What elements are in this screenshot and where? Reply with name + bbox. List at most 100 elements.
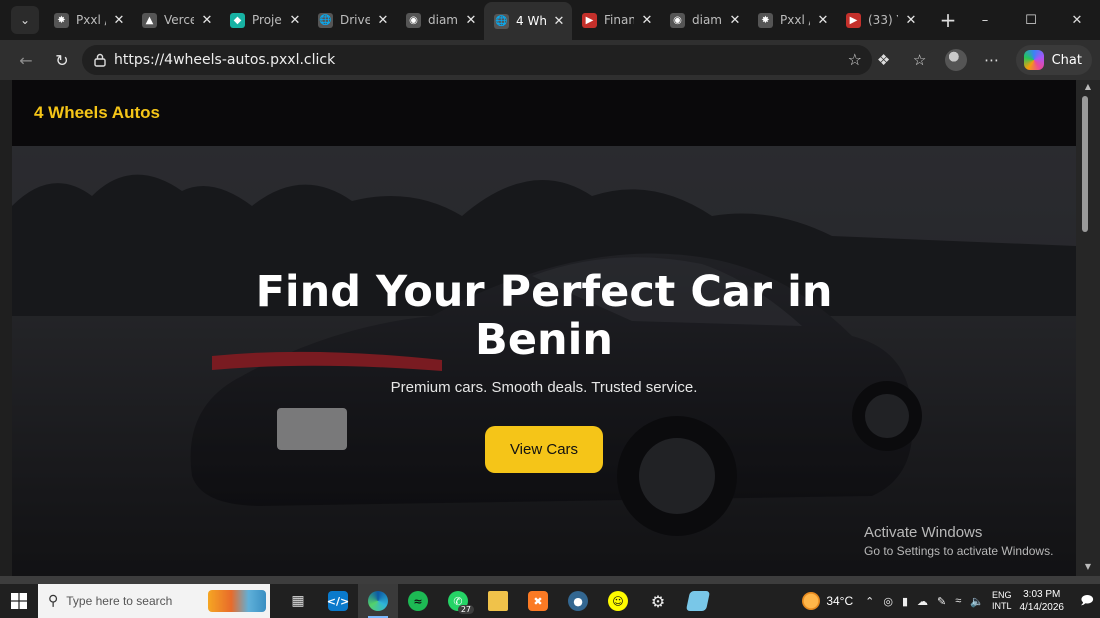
tab-title: Finance (604, 13, 634, 27)
tab-1[interactable]: ▲ Vercel ✕ (132, 4, 220, 36)
spotify-icon[interactable]: ≈ (398, 584, 438, 618)
tab-3[interactable]: 🌐 Drive ✕ (308, 4, 396, 36)
system-tray: 34°C ⌃ ◎ ▮ ☁ ✎ ≈ 🔈 ENG INTL 3:03 PM 4/14… (802, 584, 1100, 618)
temperature: 34°C (826, 594, 854, 608)
close-tab-icon[interactable]: ✕ (552, 14, 566, 29)
chevron-up-icon[interactable]: ⌃ (865, 595, 874, 608)
close-window-button[interactable]: ✕ (1054, 0, 1100, 40)
close-tab-icon[interactable]: ✕ (728, 13, 742, 28)
close-tab-icon[interactable]: ✕ (640, 13, 654, 28)
tab-title: diamond (428, 13, 458, 27)
snapchat-icon[interactable]: ☺ (598, 584, 638, 618)
volume-icon[interactable]: 🔈 (970, 595, 984, 608)
close-tab-icon[interactable]: ✕ (112, 13, 126, 28)
window-controls: – ☐ ✕ (962, 0, 1100, 40)
wifi-icon[interactable]: ≈ (955, 595, 961, 607)
copilot-icon (1023, 50, 1044, 70)
camera-icon[interactable]: ◎ (883, 595, 893, 608)
github-icon: ◉ (670, 12, 685, 28)
diamond-icon: ◆ (230, 12, 245, 28)
lang-line1: ENG (991, 590, 1012, 600)
task-view-icon[interactable]: ▦ (278, 584, 318, 618)
tab-7[interactable]: ◉ diamond ✕ (660, 4, 748, 36)
windows-logo-icon (11, 593, 27, 609)
edge-icon[interactable] (358, 584, 398, 618)
taskbar-search[interactable]: ⚲ Type here to search (38, 584, 270, 618)
pen-icon[interactable]: ✎ (937, 595, 946, 608)
close-tab-icon[interactable]: ✕ (464, 13, 478, 28)
tab-actions-menu-icon[interactable]: ⌄ (11, 6, 39, 34)
scroll-down-arrow-icon[interactable]: ▼ (1076, 562, 1100, 574)
address-bar[interactable]: https://4wheels-autos.pxxl.click ☆ (82, 45, 872, 75)
pinned-apps: ▦ </> ≈ ✆ 27 ✖ ● ☺ ⚙ (278, 584, 718, 618)
tab-9[interactable]: ▶ (33) YouTube ✕ (836, 4, 924, 36)
tab-title: Vercel (164, 13, 194, 27)
url-text[interactable]: https://4wheels-autos.pxxl.click (114, 52, 335, 68)
back-button[interactable]: ← (10, 44, 42, 76)
close-tab-icon[interactable]: ✕ (904, 13, 918, 28)
lang-line2: INTL (991, 601, 1012, 611)
close-tab-icon[interactable]: ✕ (200, 13, 214, 28)
youtube-icon: ▶ (582, 12, 597, 28)
maximize-button[interactable]: ☐ (1008, 0, 1054, 40)
avatar (944, 49, 967, 71)
tab-6[interactable]: ▶ Finance ✕ (572, 4, 660, 36)
tab-2[interactable]: ◆ Project ✕ (220, 4, 308, 36)
scroll-thumb[interactable] (1082, 96, 1088, 232)
start-button[interactable] (0, 584, 38, 618)
onedrive-icon[interactable]: ☁ (917, 595, 928, 608)
lock-icon[interactable] (92, 52, 108, 68)
close-tab-icon[interactable]: ✕ (376, 13, 390, 28)
language-indicator[interactable]: ENG INTL (992, 590, 1012, 612)
notifications-icon[interactable]: 🗩 (1074, 584, 1100, 618)
clock[interactable]: 3:03 PM 4/14/2026 (1020, 588, 1065, 614)
minimize-button[interactable]: – (962, 0, 1008, 40)
refresh-button[interactable]: ↻ (46, 44, 78, 76)
pxxl-icon: ✸ (758, 12, 773, 28)
view-cars-button[interactable]: View Cars (485, 426, 603, 473)
globe-icon: 🌐 (318, 12, 333, 28)
new-tab-button[interactable]: + (934, 6, 962, 34)
youtube-icon: ▶ (846, 12, 861, 28)
postgresql-icon[interactable]: ● (558, 584, 598, 618)
more-menu-icon[interactable]: ⋯ (974, 44, 1010, 76)
hero-subtitle: Premium cars. Smooth deals. Trusted serv… (390, 379, 698, 396)
tab-title: Pxxl / (76, 13, 106, 27)
file-explorer-icon[interactable] (478, 584, 518, 618)
battery-icon[interactable]: ▮ (902, 595, 908, 608)
tab-4[interactable]: ◉ diamond ✕ (396, 4, 484, 36)
extensions-icon[interactable]: ❖ (866, 44, 902, 76)
settings-gear-icon[interactable]: ⚙ (638, 584, 678, 618)
hero-title-line1: Find Your Perfect Car in (255, 267, 833, 317)
pxxl-icon: ✸ (54, 12, 69, 28)
site-header: 4 Wheels Autos (12, 80, 1076, 146)
github-icon: ◉ (406, 12, 421, 28)
site-logo[interactable]: 4 Wheels Autos (34, 103, 160, 123)
tab-0[interactable]: ✸ Pxxl / ✕ (44, 4, 132, 36)
tab-title: Project (252, 13, 282, 27)
favorite-star-icon[interactable]: ☆ (848, 50, 862, 69)
browser-toolbar: ← ↻ https://4wheels-autos.pxxl.click ☆ ❖… (0, 40, 1100, 80)
hero-section: Find Your Perfect Car in Benin Premium c… (12, 146, 1076, 576)
tab-8[interactable]: ✸ Pxxl / ✕ (748, 4, 836, 36)
weather-sun-icon (802, 592, 821, 610)
search-icon: ⚲ (48, 593, 59, 609)
vscode-icon[interactable]: </> (318, 584, 358, 618)
globe-icon: 🌐 (494, 13, 509, 29)
tab-5[interactable]: 🌐 4 Wheels ✕ (484, 2, 572, 40)
page-scrollbar[interactable]: ▲ ▼ (1076, 80, 1100, 576)
windows-taskbar: ⚲ Type here to search ▦ </> ≈ ✆ 27 ✖ ● ☺ … (0, 584, 1100, 618)
profile-avatar[interactable] (938, 44, 974, 76)
whatsapp-icon[interactable]: ✆ 27 (438, 584, 478, 618)
favorites-icon[interactable]: ☆ (902, 44, 938, 76)
xampp-icon[interactable]: ✖ (518, 584, 558, 618)
weather-widget[interactable]: 34°C (802, 592, 853, 610)
watermark-title: Activate Windows (864, 524, 983, 541)
hero-title: Find Your Perfect Car in Benin (12, 268, 1076, 364)
app-window-icon[interactable] (678, 584, 718, 618)
hero-title-line2: Benin (475, 315, 613, 365)
scroll-up-arrow-icon[interactable]: ▲ (1076, 82, 1100, 94)
close-tab-icon[interactable]: ✕ (288, 13, 302, 28)
close-tab-icon[interactable]: ✕ (816, 13, 830, 28)
copilot-chat-button[interactable]: Chat (1015, 45, 1092, 75)
